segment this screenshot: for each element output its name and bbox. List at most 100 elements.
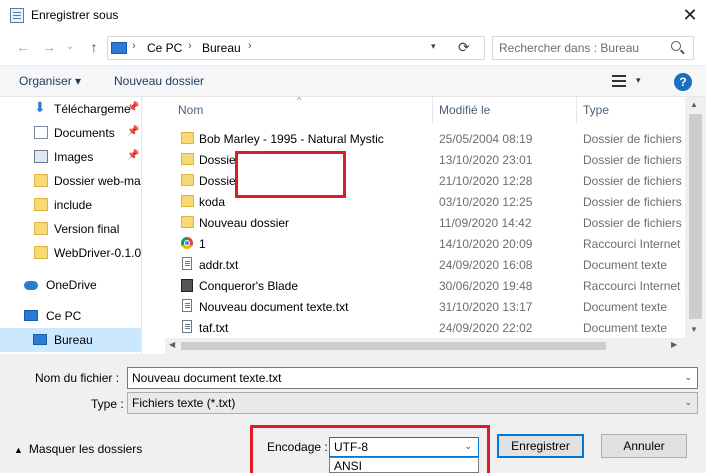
sidebar-item-ce-pc[interactable]: Ce PC	[0, 304, 141, 328]
folder-icon	[34, 222, 48, 235]
text-file-icon	[182, 257, 192, 270]
text-file-icon	[182, 299, 192, 312]
hide-folders-label: Masquer les dossiers	[28, 442, 143, 456]
scroll-up-icon[interactable]: ▲	[690, 100, 698, 109]
sidebar-item-webdriver[interactable]: WebDriver-0.1.0.	[0, 241, 141, 265]
title-bar: Enregistrer sous ✕	[0, 0, 706, 31]
file-modified: 31/10/2020 13:17	[439, 300, 533, 314]
file-name: Dossier	[199, 153, 240, 167]
vertical-scrollbar[interactable]: ▲ ▼	[685, 97, 706, 338]
scroll-down-icon[interactable]: ▼	[690, 325, 698, 334]
file-type: Raccourci Internet	[583, 279, 681, 293]
search-input[interactable]	[499, 40, 669, 56]
type-label: Type :	[91, 397, 124, 411]
scroll-corner	[685, 338, 706, 354]
scroll-left-icon[interactable]: ◀	[169, 340, 175, 349]
breadcrumb-separator[interactable]: ›	[188, 40, 192, 52]
file-row[interactable]: Nouveau document texte.txt 31/10/2020 13…	[165, 296, 695, 317]
cancel-button[interactable]: Annuler	[601, 434, 687, 458]
filename-input[interactable]: Nouveau document texte.txt ⌄	[127, 367, 698, 389]
game-shortcut-icon	[181, 279, 193, 292]
onedrive-icon	[24, 281, 38, 290]
sidebar-item-label: Téléchargeme	[54, 102, 131, 116]
save-form: Nom du fichier : Nouveau document texte.…	[0, 354, 706, 473]
pin-icon: 📌	[127, 150, 140, 161]
folder-icon	[34, 198, 48, 211]
file-row[interactable]: addr.txt 24/09/2020 16:08 Document texte	[165, 254, 695, 275]
search-box[interactable]	[492, 36, 694, 60]
highlight-annotation	[250, 425, 490, 473]
type-select[interactable]: Fichiers texte (*.txt) ⌄	[127, 392, 698, 414]
file-row[interactable]: 1 14/10/2020 20:09 Raccourci Internet	[165, 233, 695, 254]
file-type: Document texte	[583, 258, 668, 272]
sidebar-item-bureau[interactable]: Bureau	[0, 328, 141, 352]
file-modified: 03/10/2020 12:25	[439, 195, 533, 209]
breadcrumb-separator[interactable]: ›	[132, 40, 136, 52]
chrome-icon	[181, 237, 193, 249]
refresh-icon[interactable]: ⟳	[458, 39, 470, 56]
sidebar-item-documents[interactable]: Documents 📌	[0, 121, 141, 145]
scroll-thumb[interactable]	[689, 114, 702, 319]
file-row[interactable]: Conqueror's Blade 30/06/2020 19:48 Racco…	[165, 275, 695, 296]
file-modified: 30/06/2020 19:48	[439, 279, 533, 293]
file-row[interactable]: Nouveau dossier 11/09/2020 14:42 Dossier…	[165, 212, 695, 233]
file-type: Dossier de fichiers	[583, 216, 682, 230]
search-icon[interactable]	[671, 41, 681, 51]
file-type: Dossier de fichiers	[583, 174, 682, 188]
highlight-annotation	[235, 151, 346, 198]
document-icon	[34, 126, 48, 139]
new-folder-button[interactable]: Nouveau dossier	[114, 74, 204, 88]
recent-locations-icon[interactable]: ⌄	[60, 39, 80, 55]
sidebar-item-include[interactable]: include	[0, 193, 141, 217]
address-bar[interactable]: › Ce PC › Bureau › ▾ ⟳	[107, 36, 485, 60]
chevron-up-icon: ▲	[14, 445, 23, 455]
folder-icon	[34, 174, 48, 187]
filename-label: Nom du fichier :	[35, 371, 120, 385]
file-list: ^ Nom Modifié le Type Bob Marley - 1995 …	[165, 97, 706, 354]
help-icon[interactable]: ?	[674, 73, 692, 91]
sidebar-item-label: Ce PC	[46, 309, 82, 323]
column-header-type[interactable]: Type	[583, 103, 609, 117]
column-divider[interactable]	[576, 97, 577, 123]
file-row[interactable]: Bob Marley - 1995 - Natural Mystic 25/05…	[165, 128, 695, 149]
back-arrow-icon[interactable]: ←	[13, 39, 33, 55]
view-options-icon[interactable]	[612, 75, 626, 87]
file-name: Nouveau document texte.txt	[199, 300, 349, 314]
folder-icon	[181, 174, 194, 186]
chevron-down-icon[interactable]: ⌄	[684, 397, 692, 408]
sidebar-item-version-final[interactable]: Version final	[0, 217, 141, 241]
save-button[interactable]: Enregistrer	[497, 434, 584, 458]
folder-icon	[181, 153, 194, 165]
chevron-down-icon[interactable]: ⌄	[684, 372, 692, 383]
hide-folders-toggle[interactable]: ▲ Masquer les dossiers	[14, 442, 142, 456]
sidebar-item-label: Images	[54, 150, 94, 164]
window-title: Enregistrer sous	[31, 8, 119, 22]
sidebar-item-label: Bureau	[54, 333, 93, 347]
sidebar-item-dossier-web[interactable]: Dossier web-ma	[0, 169, 141, 193]
column-header-modified[interactable]: Modifié le	[439, 103, 490, 117]
breadcrumb-bureau[interactable]: Bureau	[202, 41, 241, 55]
up-arrow-icon[interactable]: ↑	[84, 39, 104, 55]
breadcrumb-ce-pc[interactable]: Ce PC	[147, 41, 182, 55]
forward-arrow-icon[interactable]: →	[39, 39, 59, 55]
scroll-thumb[interactable]	[181, 342, 606, 350]
close-button[interactable]: ✕	[676, 3, 704, 27]
column-header-name[interactable]: Nom	[178, 103, 203, 117]
address-dropdown-icon[interactable]: ▾	[431, 41, 436, 52]
organize-button[interactable]: Organiser ▾	[19, 74, 81, 88]
view-dropdown-icon[interactable]: ▾	[636, 75, 641, 86]
pin-icon: 📌	[127, 126, 140, 137]
sidebar-item-telechargements[interactable]: Téléchargeme 📌	[0, 97, 141, 121]
horizontal-scrollbar[interactable]: ◀ ▶	[165, 338, 685, 354]
sidebar-item-label: Documents	[54, 126, 115, 140]
breadcrumb-separator[interactable]: ›	[248, 40, 252, 52]
sort-ascending-icon: ^	[297, 97, 302, 105]
scroll-right-icon[interactable]: ▶	[671, 340, 677, 349]
file-name: Bob Marley - 1995 - Natural Mystic	[199, 132, 384, 146]
file-row[interactable]: taf.txt 24/09/2020 22:02 Document texte	[165, 317, 695, 338]
sidebar-item-onedrive[interactable]: OneDrive	[0, 273, 141, 297]
file-modified: 25/05/2004 08:19	[439, 132, 533, 146]
sidebar-item-images[interactable]: Images 📌	[0, 145, 141, 169]
column-divider[interactable]	[432, 97, 433, 123]
notepad-icon	[10, 8, 24, 23]
